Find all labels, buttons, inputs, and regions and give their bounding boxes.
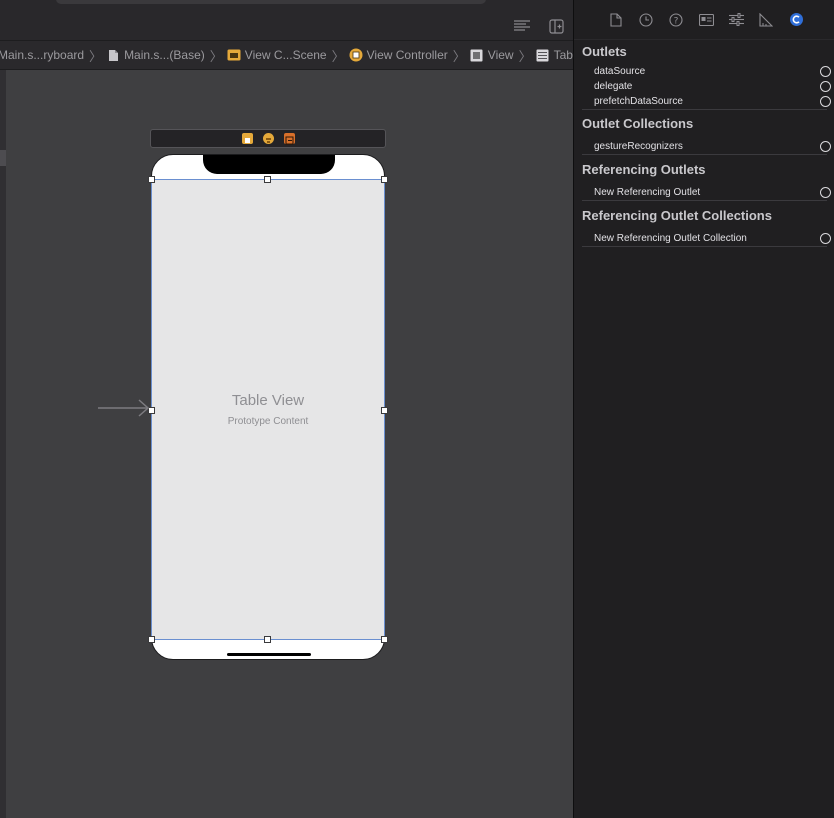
connection-circle-icon[interactable] (820, 187, 831, 198)
resize-handle-top-left[interactable] (148, 176, 155, 183)
table-view-icon (536, 48, 550, 62)
breadcrumb-label: View (487, 48, 514, 62)
breadcrumb-scene[interactable]: View C...Scene (227, 41, 327, 69)
view-icon (470, 48, 484, 62)
breadcrumb-view[interactable]: View (470, 41, 514, 69)
scene-icon (227, 48, 241, 62)
breadcrumb-base[interactable]: Main.s...(Base) (106, 41, 205, 69)
resize-handle-bottom-right[interactable] (381, 636, 388, 643)
chevron-right-icon: 〉 (209, 48, 223, 64)
outlet-label: New Referencing Outlet (594, 187, 701, 198)
connections-icon[interactable] (786, 10, 806, 30)
inspector-tab-bar: ? (574, 0, 834, 40)
resize-handle-bottom[interactable] (264, 636, 271, 643)
connection-circle-icon[interactable] (820, 96, 831, 107)
outlet-label: New Referencing Outlet Collection (594, 233, 747, 244)
inspector-content: Outlets dataSource delegate prefetchData… (574, 40, 834, 247)
outlet-row: dataSource (582, 64, 831, 79)
jump-bar: Main.s...ryboard 〉 Main.s...(Base) 〉 Vie… (0, 40, 573, 70)
breadcrumb-label: Main.s...(Base) (124, 48, 205, 62)
section-title-referencing-outlets: Referencing Outlets (582, 162, 706, 177)
connection-circle-icon[interactable] (820, 141, 831, 152)
outlet-label: dataSource (594, 66, 646, 77)
outlet-row: New Referencing Outlet (582, 185, 831, 201)
outlet-label: gestureRecognizers (594, 141, 683, 152)
connections-inspector: ? Outlets dataSource delegate prefetchDa… (573, 0, 834, 818)
outlet-label: delegate (594, 81, 633, 92)
editor-toolbar (0, 0, 573, 40)
breadcrumb-label: Main.s...ryboard (0, 48, 85, 62)
section-title-outlet-collections: Outlet Collections (582, 116, 694, 131)
history-icon[interactable] (636, 10, 656, 30)
outlet-label: prefetchDataSource (594, 96, 683, 107)
outline-collapse-edge[interactable] (0, 70, 6, 818)
table-view-title: Table View (231, 392, 305, 409)
connection-circle-icon[interactable] (820, 66, 831, 77)
editor-options-icon[interactable] (511, 16, 533, 36)
xcode-window: Main.s...ryboard 〉 Main.s...(Base) 〉 Vie… (0, 0, 834, 818)
scene-dock (150, 129, 386, 148)
attributes-icon[interactable] (726, 10, 746, 30)
connection-circle-icon[interactable] (820, 233, 831, 244)
breadcrumb-label: View Controller (366, 48, 448, 62)
add-editor-icon[interactable] (545, 16, 567, 36)
resize-handle-right[interactable] (381, 407, 388, 414)
resize-handle-bottom-left[interactable] (148, 636, 155, 643)
resize-handle-top[interactable] (264, 176, 271, 183)
breadcrumb-storyboard[interactable]: Main.s...ryboard (0, 41, 84, 69)
device-notch (203, 155, 335, 174)
chevron-right-icon: 〉 (518, 48, 532, 64)
identity-icon[interactable] (696, 10, 716, 30)
svg-text:?: ? (674, 16, 679, 26)
breadcrumb-label: Table View (553, 48, 573, 62)
breadcrumb-label: View C...Scene (244, 48, 327, 62)
view-controller-icon (349, 48, 363, 62)
breadcrumb-view-controller[interactable]: View Controller (349, 41, 448, 69)
storyboard-canvas[interactable]: Table View Prototype Content (0, 70, 573, 818)
chevron-right-icon: 〉 (89, 48, 103, 64)
outlet-row: New Referencing Outlet Collection (582, 231, 831, 247)
table-view-subtitle: Prototype Content (227, 416, 309, 427)
quick-help-icon[interactable]: ? (666, 10, 686, 30)
size-icon[interactable] (756, 10, 776, 30)
exit-icon[interactable] (283, 133, 295, 145)
file-inspector-icon[interactable] (606, 10, 626, 30)
chevron-right-icon: 〉 (331, 48, 345, 64)
table-view[interactable]: Table View Prototype Content (151, 179, 385, 640)
section-title-referencing-outlet-collections: Referencing Outlet Collections (582, 208, 772, 223)
chevron-right-icon: 〉 (452, 48, 466, 64)
section-title-outlets: Outlets (582, 44, 627, 59)
resize-handle-top-right[interactable] (381, 176, 388, 183)
tab-bar (56, 0, 486, 4)
home-indicator (227, 653, 311, 656)
breadcrumb-table-view[interactable]: Table View (536, 41, 573, 69)
file-icon (106, 48, 120, 62)
outlet-row: prefetchDataSource (582, 94, 831, 110)
first-responder-icon[interactable] (262, 133, 274, 144)
view-controller-icon[interactable] (241, 133, 253, 144)
connection-circle-icon[interactable] (820, 81, 831, 92)
entry-point-arrow-icon[interactable] (98, 398, 152, 423)
outlet-row: delegate (582, 79, 831, 94)
outlet-row: gestureRecognizers (582, 139, 831, 155)
